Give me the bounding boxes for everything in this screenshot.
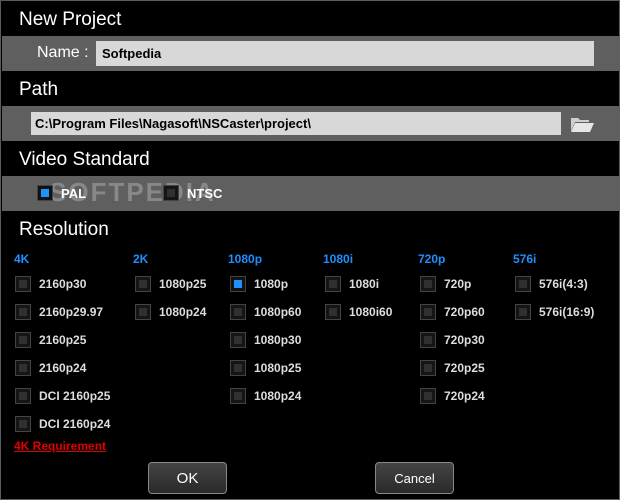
resolution-option[interactable]: 1080p60: [230, 301, 301, 323]
cancel-button[interactable]: Cancel: [375, 462, 454, 494]
ok-button[interactable]: OK: [148, 462, 227, 494]
checkbox-icon[interactable]: [230, 388, 246, 404]
4k-requirement-link[interactable]: 4K Requirement: [14, 439, 106, 453]
resolution-option[interactable]: 720p: [420, 273, 471, 295]
resolution-option-label: DCI 2160p24: [39, 417, 111, 431]
checkbox-icon[interactable]: [420, 360, 436, 376]
resolution-option-label: 1080i60: [349, 305, 393, 319]
resolution-option[interactable]: DCI 2160p24: [15, 413, 110, 435]
checkbox-icon[interactable]: [15, 360, 31, 376]
resolution-option[interactable]: 1080i60: [325, 301, 392, 323]
resolution-group-1080i: 1080i: [323, 252, 354, 266]
resolution-option-label: 2160p24: [39, 361, 87, 375]
checkbox-checked-icon[interactable]: [230, 276, 246, 292]
resolution-option-label: DCI 2160p25: [39, 389, 111, 403]
resolution-option[interactable]: 720p30: [420, 329, 485, 351]
checkbox-icon[interactable]: [15, 332, 31, 348]
checkbox-icon[interactable]: [515, 304, 531, 320]
resolution-option[interactable]: 2160p24: [15, 357, 86, 379]
path-heading: Path: [19, 79, 59, 100]
checkbox-icon[interactable]: [420, 304, 436, 320]
resolution-option-label: 720p: [444, 277, 472, 291]
resolution-group-2k: 2K: [133, 252, 149, 266]
resolution-option-selected[interactable]: 1080p: [230, 273, 288, 295]
resolution-option-label: 1080i: [349, 277, 380, 291]
new-project-heading: New Project: [19, 9, 122, 30]
resolution-group-576i: 576i: [513, 252, 537, 266]
video-standard-pal[interactable]: PAL: [37, 182, 86, 204]
checkbox-icon[interactable]: [15, 416, 31, 432]
resolution-option[interactable]: 1080i: [325, 273, 379, 295]
resolution-option[interactable]: 720p25: [420, 357, 485, 379]
checkbox-icon[interactable]: [135, 276, 151, 292]
resolution-option-label: 720p24: [444, 389, 485, 403]
checkbox-icon[interactable]: [15, 304, 31, 320]
resolution-option-label: 1080p24: [159, 305, 207, 319]
resolution-option-label: 1080p: [254, 277, 289, 291]
resolution-option-label: 1080p60: [254, 305, 302, 319]
checkbox-icon[interactable]: [15, 276, 31, 292]
resolution-option[interactable]: 720p60: [420, 301, 485, 323]
resolution-option-label: 1080p25: [159, 277, 207, 291]
resolution-option-label: 1080p24: [254, 389, 302, 403]
resolution-group-1080p: 1080p: [228, 252, 263, 266]
project-name-input[interactable]: [96, 41, 594, 66]
checkbox-icon[interactable]: [15, 388, 31, 404]
resolution-option-label: 576i(16:9): [539, 305, 595, 319]
resolution-option-label: 720p30: [444, 333, 485, 347]
resolution-option[interactable]: 1080p25: [230, 357, 301, 379]
checkbox-icon[interactable]: [135, 304, 151, 320]
checkbox-icon[interactable]: [420, 332, 436, 348]
video-standard-ntsc[interactable]: NTSC: [163, 182, 222, 204]
resolution-option[interactable]: 720p24: [420, 385, 485, 407]
resolution-option[interactable]: 2160p30: [15, 273, 86, 295]
resolution-heading: Resolution: [19, 219, 109, 240]
resolution-option-label: 720p25: [444, 361, 485, 375]
resolution-option[interactable]: DCI 2160p25: [15, 385, 110, 407]
checkbox-icon[interactable]: [325, 304, 341, 320]
resolution-option-label: 720p60: [444, 305, 485, 319]
resolution-group-720p: 720p: [418, 252, 446, 266]
project-path-input[interactable]: [31, 112, 561, 135]
video-standard-heading: Video Standard: [19, 149, 150, 170]
video-standard-ntsc-label: NTSC: [187, 185, 223, 201]
resolution-option[interactable]: 576i(16:9): [515, 301, 594, 323]
resolution-option-label: 2160p25: [39, 333, 87, 347]
resolution-option-label: 2160p29.97: [39, 305, 104, 319]
resolution-option-label: 2160p30: [39, 277, 87, 291]
checkbox-icon[interactable]: [420, 388, 436, 404]
name-label: Name :: [37, 44, 89, 61]
resolution-option[interactable]: 2160p29.97: [15, 301, 103, 323]
folder-open-icon[interactable]: [569, 114, 595, 134]
video-standard-pal-label: PAL: [61, 185, 87, 201]
checkbox-icon[interactable]: [515, 276, 531, 292]
resolution-option-label: 1080p25: [254, 361, 302, 375]
resolution-option[interactable]: 1080p30: [230, 329, 301, 351]
checkbox-icon[interactable]: [420, 276, 436, 292]
resolution-option[interactable]: 576i(4:3): [515, 273, 588, 295]
resolution-option-label: 576i(4:3): [539, 277, 588, 291]
resolution-option[interactable]: 1080p25: [135, 273, 206, 295]
resolution-option[interactable]: 2160p25: [15, 329, 86, 351]
checkbox-icon[interactable]: [230, 304, 246, 320]
resolution-option-label: 1080p30: [254, 333, 302, 347]
resolution-option[interactable]: 1080p24: [135, 301, 206, 323]
new-project-dialog: New Project Name : Path Video Standard S…: [0, 0, 620, 500]
checkbox-icon[interactable]: [163, 185, 179, 201]
checkbox-icon[interactable]: [230, 332, 246, 348]
resolution-group-4k: 4K: [14, 252, 30, 266]
checkbox-icon[interactable]: [230, 360, 246, 376]
resolution-option[interactable]: 1080p24: [230, 385, 301, 407]
checkbox-checked-icon[interactable]: [37, 185, 53, 201]
checkbox-icon[interactable]: [325, 276, 341, 292]
